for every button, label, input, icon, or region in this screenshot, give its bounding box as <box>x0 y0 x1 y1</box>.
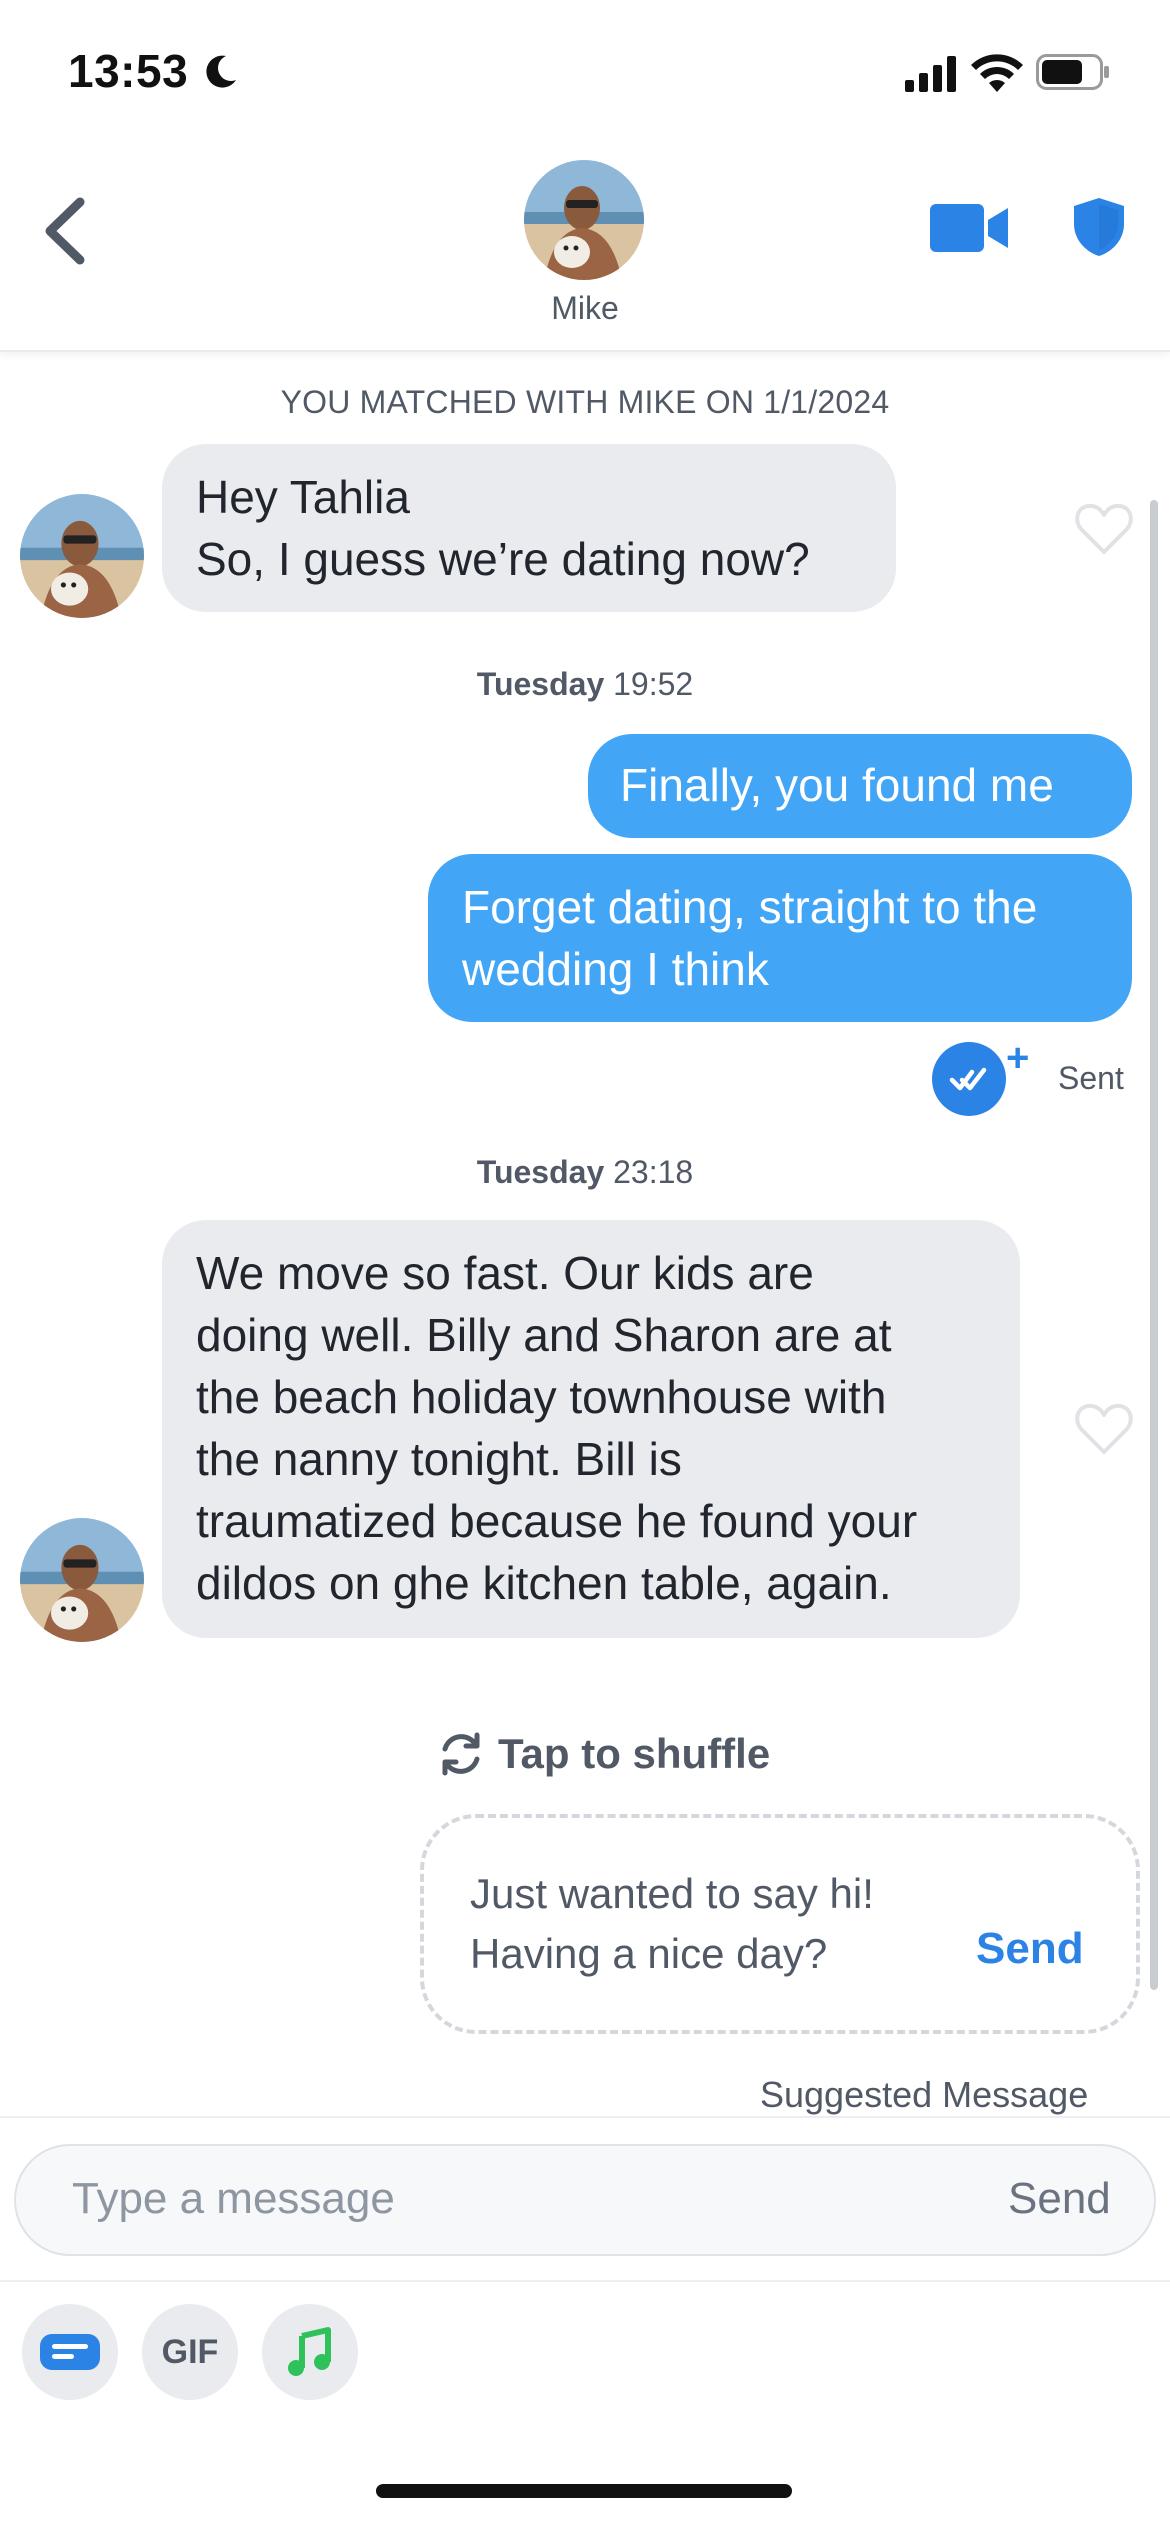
suggested-message-caption: Suggested Message <box>760 2074 1089 2115</box>
plus-icon[interactable]: + <box>1006 1036 1029 1081</box>
message-input-placeholder[interactable]: Type a message <box>72 2174 395 2224</box>
message-line: the nanny tonight. Bill is <box>196 1433 682 1485</box>
message-line: Forget dating, straight to the <box>462 881 1038 933</box>
status-time: 13:53 <box>68 45 189 97</box>
moon-icon <box>206 55 236 88</box>
message-bubble-outgoing[interactable]: Forget dating, straight to the wedding I… <box>428 854 1132 1022</box>
message-line: the beach holiday townhouse with <box>196 1371 887 1423</box>
timestamp: Tuesday 23:18 <box>0 1154 1170 1191</box>
safety-shield-icon[interactable] <box>1072 196 1126 258</box>
gif-label: GIF <box>161 2332 219 2371</box>
contact-avatar[interactable] <box>20 494 144 618</box>
contact-name[interactable]: Mike <box>485 290 685 327</box>
sticker-button[interactable] <box>22 2304 118 2400</box>
message-line: Hey Tahlia <box>196 471 410 523</box>
delivery-status: Sent <box>1058 1060 1124 1096</box>
timestamp-time: 23:18 <box>613 1154 694 1190</box>
read-receipt-icon[interactable] <box>932 1042 1006 1116</box>
message-line: We move so fast. Our kids are <box>196 1247 814 1299</box>
like-heart-icon[interactable] <box>1074 1400 1134 1456</box>
divider <box>0 2116 1170 2118</box>
suggested-send-button[interactable]: Send <box>976 1924 1084 1974</box>
header-avatar[interactable] <box>524 160 644 280</box>
divider <box>0 2280 1170 2282</box>
shuffle-button[interactable]: Tap to shuffle <box>436 1726 770 1782</box>
timestamp-day: Tuesday <box>476 666 605 702</box>
message-line: doing well. Billy and Sharon are at <box>196 1309 892 1361</box>
message-card-icon <box>40 2334 100 2370</box>
message-line: wedding I think <box>462 943 769 995</box>
gif-button[interactable]: GIF <box>142 2304 238 2400</box>
contact-avatar[interactable] <box>20 1518 144 1642</box>
back-chevron-icon[interactable] <box>40 196 90 266</box>
suggested-line: Having a nice day? <box>470 1930 828 1977</box>
wifi-icon <box>971 54 1023 92</box>
battery-icon <box>1036 54 1109 90</box>
like-heart-icon[interactable] <box>1074 500 1134 556</box>
match-banner: YOU MATCHED WITH MIKE ON 1/1/2024 <box>280 384 890 420</box>
video-call-icon[interactable] <box>930 200 1010 256</box>
message-line: So, I guess we’re dating now? <box>196 533 810 585</box>
shuffle-icon <box>442 1732 480 1776</box>
timestamp-day: Tuesday <box>476 1154 605 1190</box>
music-note-icon <box>288 2327 331 2376</box>
scrollbar[interactable] <box>1150 500 1158 1990</box>
suggested-line: Just wanted to say hi! <box>470 1870 874 1917</box>
suggested-message-text[interactable]: Just wanted to say hi! Having a nice day… <box>470 1864 950 1984</box>
message-line: traumatized because he found your <box>196 1495 918 1547</box>
message-bubble-incoming[interactable]: Hey Tahlia So, I guess we’re dating now? <box>162 444 896 612</box>
home-indicator[interactable] <box>376 2484 792 2498</box>
timestamp-time: 19:52 <box>613 666 694 702</box>
message-line: dildos on ghe kitchen table, again. <box>196 1557 892 1609</box>
message-bubble-outgoing[interactable]: Finally, you found me <box>588 734 1132 838</box>
shuffle-label: Tap to shuffle <box>498 1730 771 1777</box>
timestamp: Tuesday 19:52 <box>0 666 1170 703</box>
send-button[interactable]: Send <box>1008 2174 1111 2224</box>
message-bubble-incoming[interactable]: We move so fast. Our kids are doing well… <box>162 1220 1020 1638</box>
music-button[interactable] <box>262 2304 358 2400</box>
message-line: Finally, you found me <box>620 759 1054 811</box>
cellular-signal-icon <box>905 56 956 92</box>
